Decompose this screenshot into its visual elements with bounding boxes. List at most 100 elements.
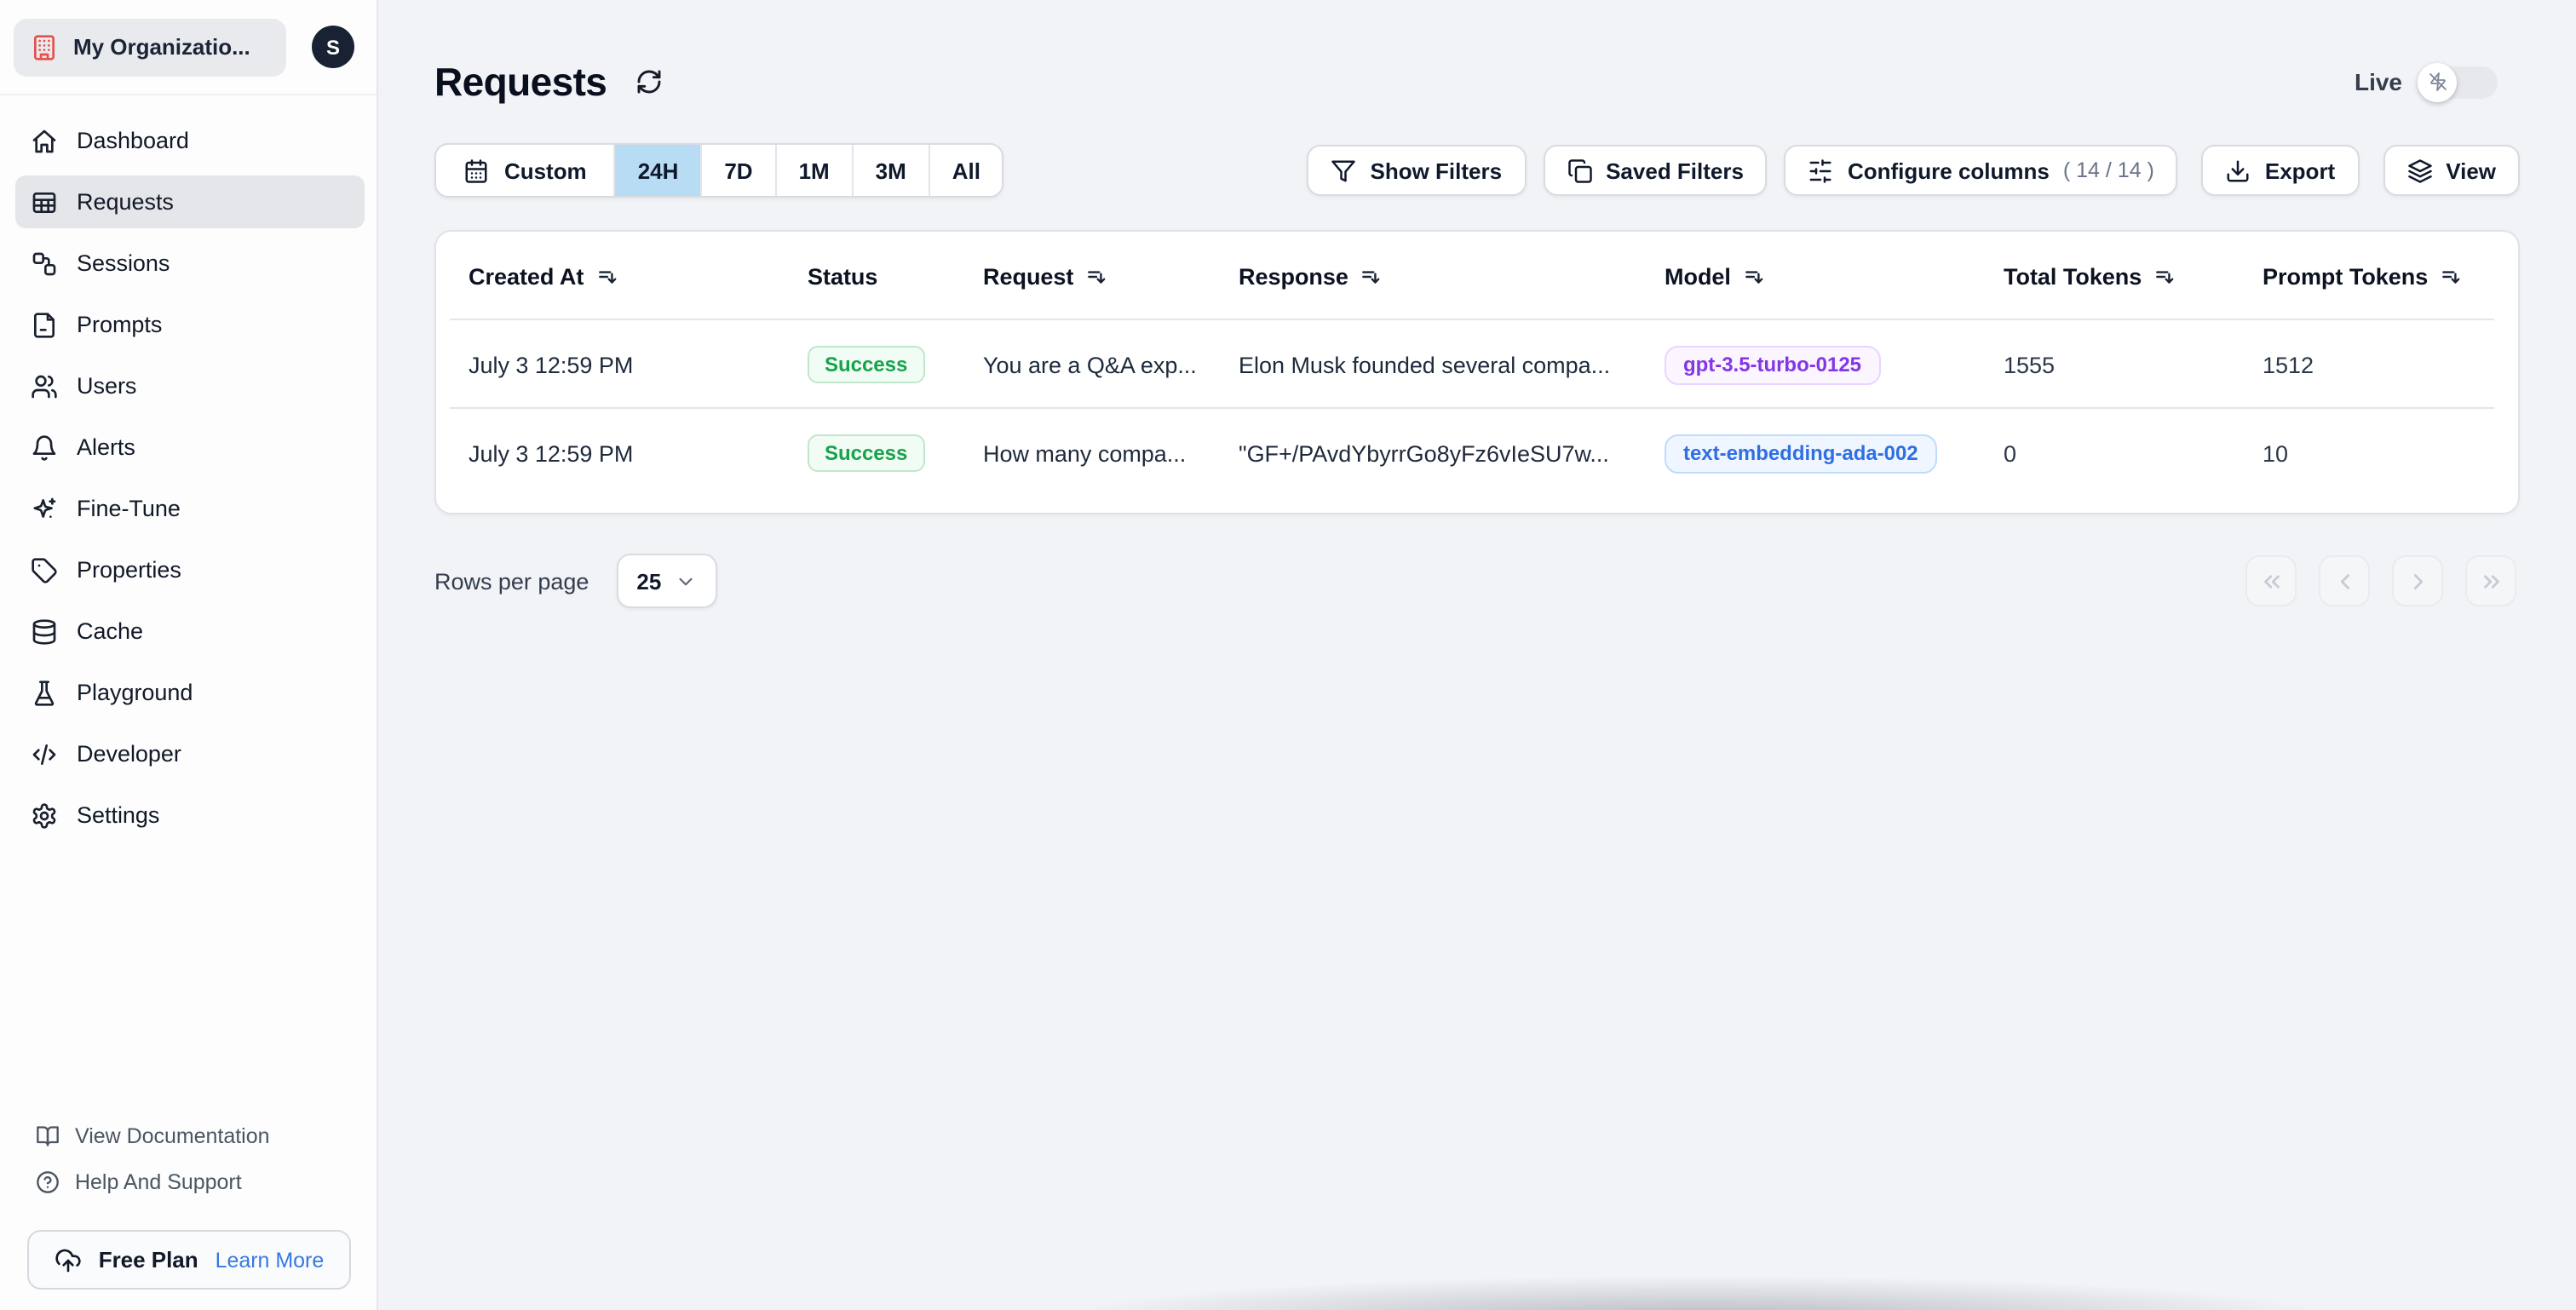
time-range-all[interactable]: All [930,145,1003,196]
last-page-button[interactable] [2465,555,2516,606]
main-content: Requests Live Custom 24H 7D 1M 3M All Sh… [378,0,2576,1310]
sidebar-item-requests[interactable]: Requests [15,175,365,228]
cell-request: You are a Q&A exp... [983,352,1197,377]
export-label: Export [2264,158,2336,183]
help-support-label: Help And Support [75,1170,242,1194]
sidebar-item-label: Requests [77,189,174,215]
sidebar-item-developer[interactable]: Developer [15,727,365,780]
column-label: Response [1239,263,1348,289]
cell-status: Success [808,434,983,472]
cloud-upload-icon [55,1246,82,1273]
sidebar-item-prompts[interactable]: Prompts [15,298,365,351]
sidebar-item-sessions[interactable]: Sessions [15,237,365,290]
funnel-icon [1331,158,1357,183]
help-support-link[interactable]: Help And Support [36,1170,349,1194]
sort-icon[interactable] [1360,265,1383,287]
rows-per-page-value: 25 [636,568,662,594]
sliders-icon [1808,158,1834,183]
column-header-model[interactable]: Model [1665,263,2004,289]
sidebar-item-properties[interactable]: Properties [15,543,365,596]
user-avatar[interactable]: S [312,26,354,68]
export-button[interactable]: Export [2201,145,2360,196]
time-range-1m[interactable]: 1M [777,145,854,196]
page-title: Requests [434,59,607,103]
cell-model: gpt-3.5-turbo-0125 [1665,345,2004,384]
plan-banner[interactable]: Free Plan Learn More [27,1230,351,1290]
model-badge: text-embedding-ada-002 [1665,434,1937,473]
sidebar-item-dashboard[interactable]: Dashboard [15,114,365,167]
table-header-row: Created At Status Request Response Model [436,232,2518,320]
previous-page-button[interactable] [2319,555,2370,606]
sort-icon[interactable] [1743,265,1765,287]
sidebar-item-label: Prompts [77,312,163,337]
view-button[interactable]: View [2383,145,2520,196]
saved-filters-label: Saved Filters [1606,158,1744,183]
live-toggle[interactable] [2418,62,2498,101]
sidebar-footer: View Documentation Help And Support Free… [0,1124,377,1310]
configure-columns-count: ( 14 / 14 ) [2062,158,2154,182]
users-icon [31,372,58,399]
table-toolbar: Show Filters Saved Filters Configure col… [1307,145,2520,196]
saved-filters-button[interactable]: Saved Filters [1543,145,1768,196]
time-range-custom[interactable]: Custom [436,145,616,196]
sidebar-item-fine-tune[interactable]: Fine-Tune [15,482,365,535]
sort-icon[interactable] [2153,265,2176,287]
sidebar-item-users[interactable]: Users [15,359,365,412]
sidebar-item-settings[interactable]: Settings [15,789,365,842]
org-name: My Organizatio... [73,34,250,60]
sidebar-item-alerts[interactable]: Alerts [15,421,365,474]
rows-per-page-select[interactable]: 25 [616,554,718,608]
sidebar-item-label: Fine-Tune [77,496,181,521]
next-page-button[interactable] [2392,555,2443,606]
code-icon [31,740,58,767]
configure-columns-label: Configure columns [1847,158,2050,183]
column-header-prompt-tokens[interactable]: Prompt Tokens [2263,263,2494,289]
sort-icon[interactable] [2440,265,2462,287]
view-label: View [2446,158,2496,183]
flask-icon [31,679,58,706]
refresh-icon[interactable] [635,68,663,95]
status-badge: Success [808,434,925,472]
column-label: Prompt Tokens [2263,263,2429,289]
view-documentation-link[interactable]: View Documentation [36,1124,349,1148]
sort-icon[interactable] [595,265,618,287]
column-header-created-at[interactable]: Created At [469,263,808,289]
cell-prompt-tokens: 1512 [2263,352,2314,377]
show-filters-button[interactable]: Show Filters [1307,145,1527,196]
cell-total-tokens: 0 [2004,440,2016,466]
live-toggle-knob [2418,62,2457,101]
learn-more-link[interactable]: Learn More [216,1248,325,1272]
layers-icon [2406,158,2432,183]
time-range-3m[interactable]: 3M [854,145,930,196]
column-header-status[interactable]: Status [808,263,983,289]
org-selector[interactable]: My Organizatio... [14,18,286,76]
time-range-24h[interactable]: 24H [615,145,703,196]
column-header-request[interactable]: Request [983,263,1239,289]
column-label: Model [1665,263,1731,289]
chevron-right-icon [2412,573,2423,589]
cell-model: text-embedding-ada-002 [1665,434,2004,473]
sort-icon[interactable] [1085,265,1107,287]
show-filters-label: Show Filters [1370,158,1503,183]
column-header-response[interactable]: Response [1239,263,1665,289]
column-header-total-tokens[interactable]: Total Tokens [2004,263,2263,289]
document-icon [31,311,58,338]
pager [2245,555,2516,606]
sidebar-item-playground[interactable]: Playground [15,666,365,719]
requests-table: Created At Status Request Response Model [434,230,2520,514]
cell-status: Success [808,346,983,383]
home-icon [31,127,58,154]
sidebar-item-cache[interactable]: Cache [15,605,365,658]
calendar-icon [463,158,489,183]
table-row[interactable]: July 3 12:59 PM Success How many compa..… [436,409,2518,497]
column-label: Status [808,263,878,289]
sidebar-item-label: Users [77,373,137,399]
table-row[interactable]: July 3 12:59 PM Success You are a Q&A ex… [436,320,2518,409]
sidebar-item-label: Sessions [77,250,170,276]
first-page-button[interactable] [2245,555,2297,606]
time-range-7d[interactable]: 7D [702,145,777,196]
sidebar-item-label: Alerts [77,434,135,460]
sidebar-item-label: Settings [77,802,160,828]
window-shadow [847,1259,2550,1310]
configure-columns-button[interactable]: Configure columns ( 14 / 14 ) [1784,145,2178,196]
